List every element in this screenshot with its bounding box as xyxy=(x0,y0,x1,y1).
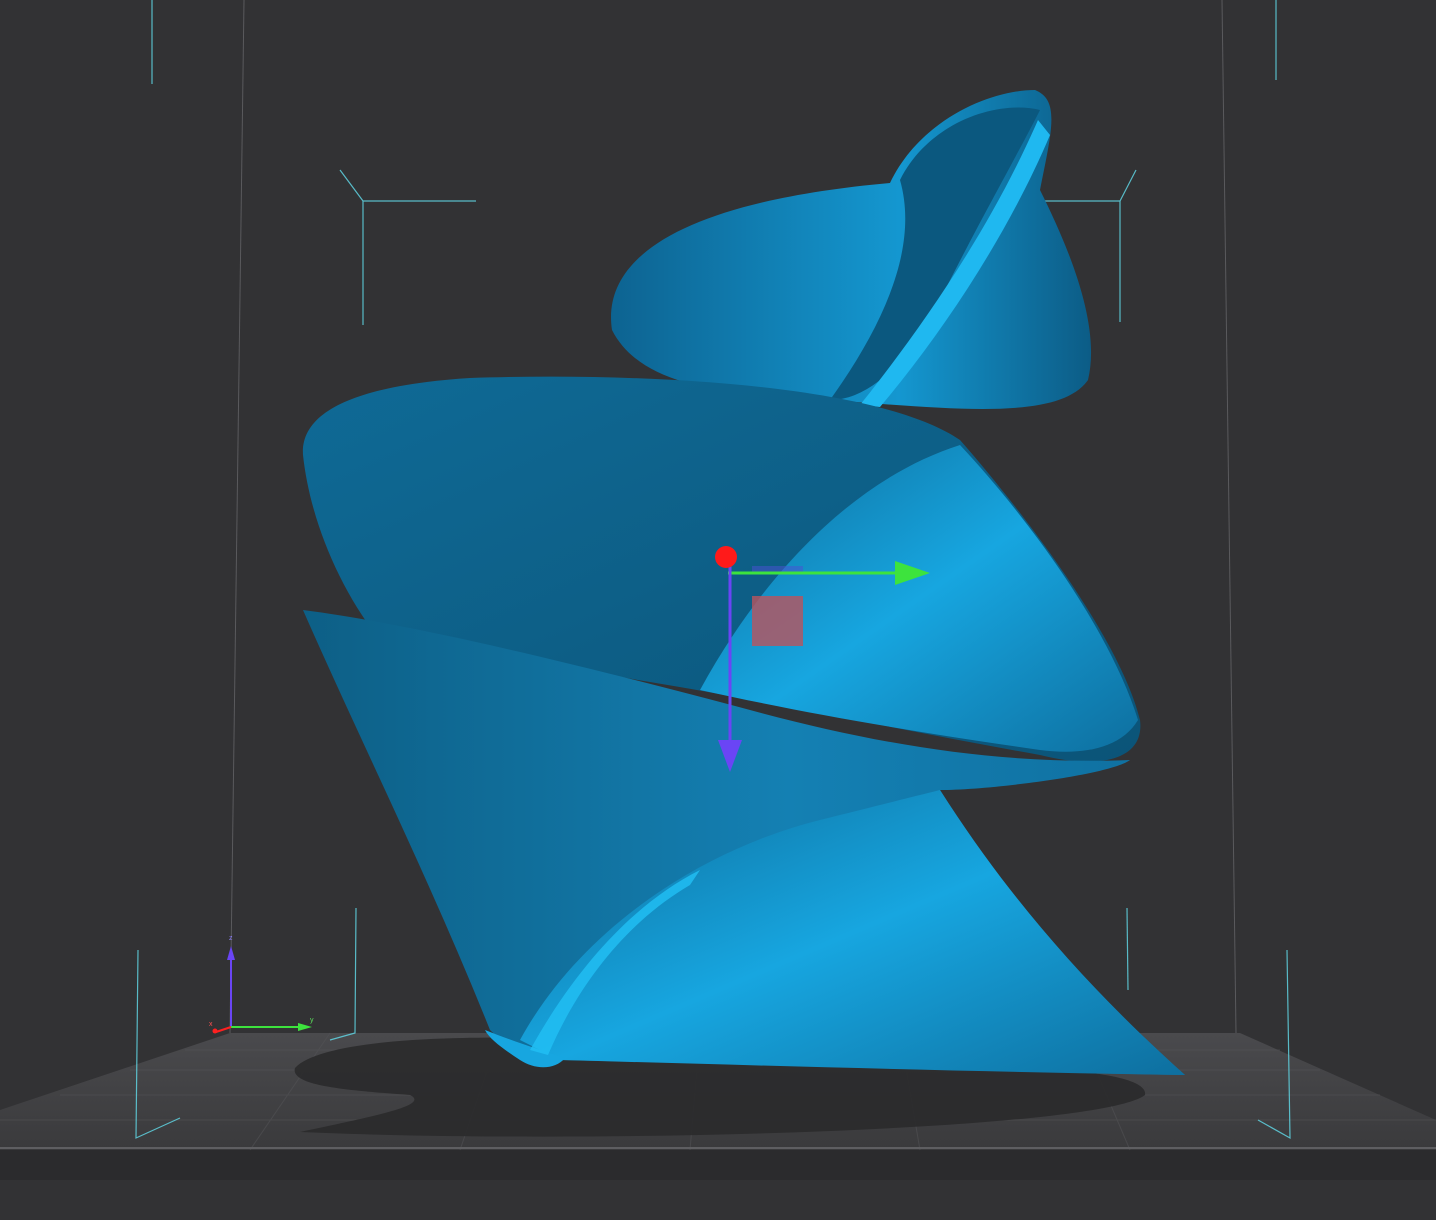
gizmo-plane-handle[interactable] xyxy=(752,596,803,646)
gizmo-center-handle[interactable] xyxy=(715,546,737,568)
spiral-model[interactable] xyxy=(302,90,1185,1075)
axis-label-y: y xyxy=(310,1017,314,1024)
axis-label-z: z xyxy=(229,935,233,942)
axis-label-x: x xyxy=(209,1021,213,1028)
axis-indicator: z y x xyxy=(209,935,314,1034)
3d-viewport[interactable]: z y x xyxy=(0,0,1436,1220)
